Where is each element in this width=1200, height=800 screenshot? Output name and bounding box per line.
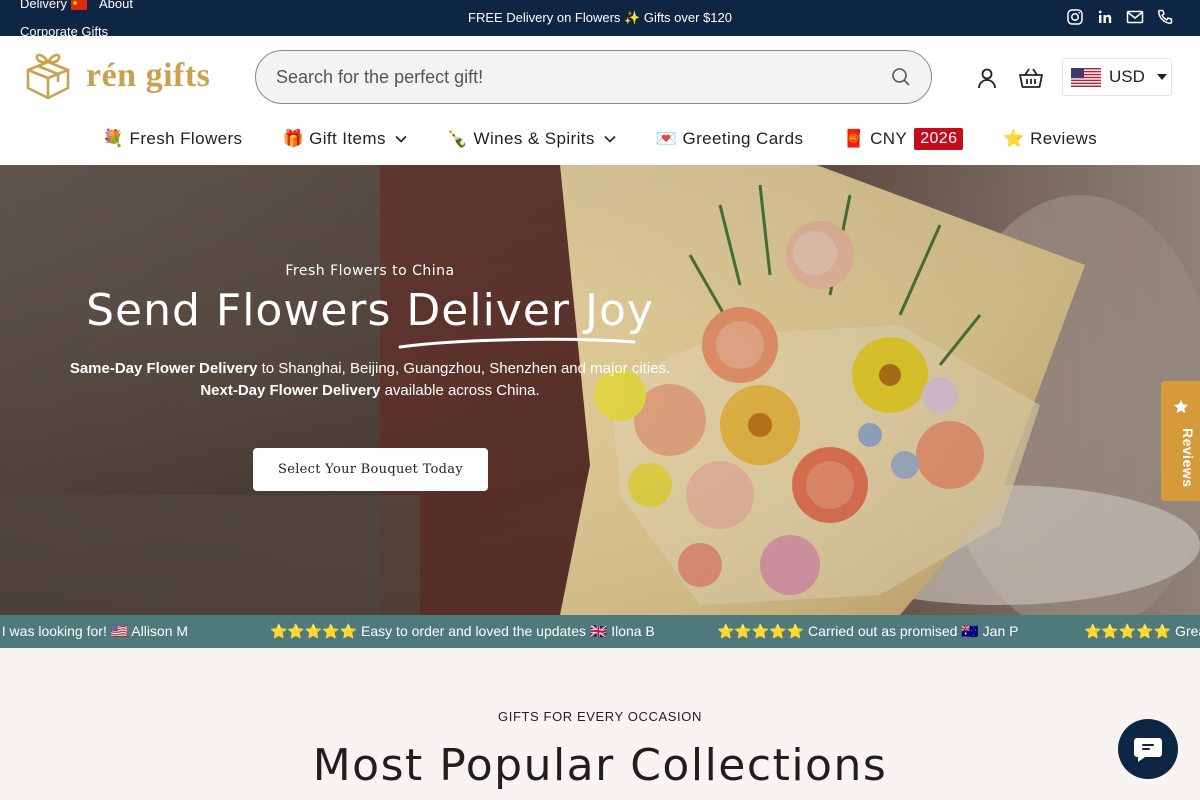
collections-eyebrow: GIFTS FOR EVERY OCCASION (498, 709, 702, 724)
phone-icon[interactable] (1156, 8, 1174, 26)
brand-logo[interactable]: rén gifts (22, 50, 210, 102)
nav-reviews-label: ⭐ Reviews (1003, 129, 1098, 148)
same-day-text: to Shanghai, Beijing, Guangzhou, Shenzhe… (257, 360, 671, 377)
hero-eyebrow: Fresh Flowers to China (285, 263, 455, 279)
hero-subline: Same-Day Flower Delivery to Shanghai, Be… (0, 358, 740, 402)
hero-subline-2: Next-Day Flower Delivery available acros… (0, 380, 740, 402)
nav-reviews[interactable]: ⭐ Reviews (1003, 124, 1097, 154)
star-icon (1173, 399, 1189, 414)
marquee-review: ⭐⭐⭐⭐⭐ Easy to order and loved the update… (270, 623, 655, 639)
site-header: rén gifts USD 💐 Fresh Flowers 🎁 Gift Ite… (0, 36, 1200, 165)
search-bar (255, 50, 932, 104)
nav-wines-spirits[interactable]: 🍾 Wines & Spirits (447, 124, 616, 154)
china-flag-icon (70, 0, 87, 10)
currency-selector[interactable]: USD (1062, 58, 1172, 96)
reviews-side-tab[interactable]: Reviews (1161, 381, 1200, 501)
nav-cny[interactable]: 🧧 CNY 2026 (843, 124, 964, 154)
main-nav: 💐 Fresh Flowers 🎁 Gift Items 🍾 Wines & S… (0, 124, 1200, 154)
nav-cny-label: 🧧 CNY (843, 129, 908, 148)
search-input[interactable] (276, 51, 876, 103)
hero-banner: Fresh Flowers to China Send Flowers Deli… (0, 165, 1200, 615)
collections-title: Most Popular Collections (312, 740, 888, 791)
currency-label: USD (1109, 67, 1145, 86)
chat-bubble-icon (1134, 738, 1162, 762)
social-links (1066, 8, 1174, 26)
linkedin-icon[interactable] (1096, 8, 1114, 26)
nav-wines-spirits-label: 🍾 Wines & Spirits (446, 129, 595, 148)
marquee-review: ⭐⭐⭐⭐⭐ Carried out as promised 🇦🇺 Jan P (717, 623, 1019, 639)
chevron-down-icon (604, 135, 616, 143)
announcement-bar: Delivery About Corporate Gifts FREE Deli… (0, 0, 1200, 39)
hero-headline-part1: Send Flowers (86, 285, 407, 336)
instagram-icon[interactable] (1066, 8, 1084, 26)
nav-gift-items-label: 🎁 Gift Items (282, 129, 386, 148)
search-icon[interactable] (891, 67, 911, 87)
cny-year-badge: 2026 (914, 128, 964, 150)
brand-name: rén gifts (86, 57, 211, 94)
nav-greeting-cards[interactable]: 💌 Greeting Cards (656, 124, 804, 154)
nav-greeting-cards-label: 💌 Greeting Cards (655, 129, 804, 148)
hero-subline-1: Same-Day Flower Delivery to Shanghai, Be… (0, 358, 740, 380)
next-day-text: available across China. (380, 382, 540, 399)
email-icon[interactable] (1126, 8, 1144, 26)
us-flag-icon (1071, 67, 1101, 87)
marquee-review: ⭐⭐⭐⭐⭐ Great (1084, 623, 1200, 639)
account-icon[interactable] (975, 66, 999, 90)
nav-fresh-flowers-label: 💐 Fresh Flowers (102, 129, 243, 148)
announcement-text: FREE Delivery on Flowers ✨ Gifts over $1… (468, 10, 732, 25)
reviews-tab-label: Reviews (1180, 428, 1196, 488)
chevron-down-icon (395, 135, 407, 143)
gift-box-logo-icon (26, 53, 70, 100)
nav-fresh-flowers[interactable]: 💐 Fresh Flowers (103, 124, 243, 154)
next-day-label: Next-Day Flower Delivery (200, 382, 381, 399)
marquee-review: t I was looking for! 🇺🇸 Allison M (0, 623, 189, 639)
hero-headline: Send Flowers Deliver Joy (0, 285, 740, 349)
caret-down-icon (1156, 74, 1167, 80)
select-bouquet-button[interactable]: Select Your Bouquet Today (253, 448, 488, 491)
nav-gift-items[interactable]: 🎁 Gift Items (282, 124, 407, 154)
reviews-marquee: t I was looking for! 🇺🇸 Allison M ⭐⭐⭐⭐⭐ … (0, 615, 1200, 648)
hero-headline-part2: Deliver Joy (406, 285, 654, 336)
cart-basket-icon[interactable] (1018, 66, 1044, 90)
chat-button[interactable] (1118, 719, 1178, 779)
same-day-label: Same-Day Flower Delivery (69, 360, 258, 377)
headline-underline (398, 337, 636, 349)
